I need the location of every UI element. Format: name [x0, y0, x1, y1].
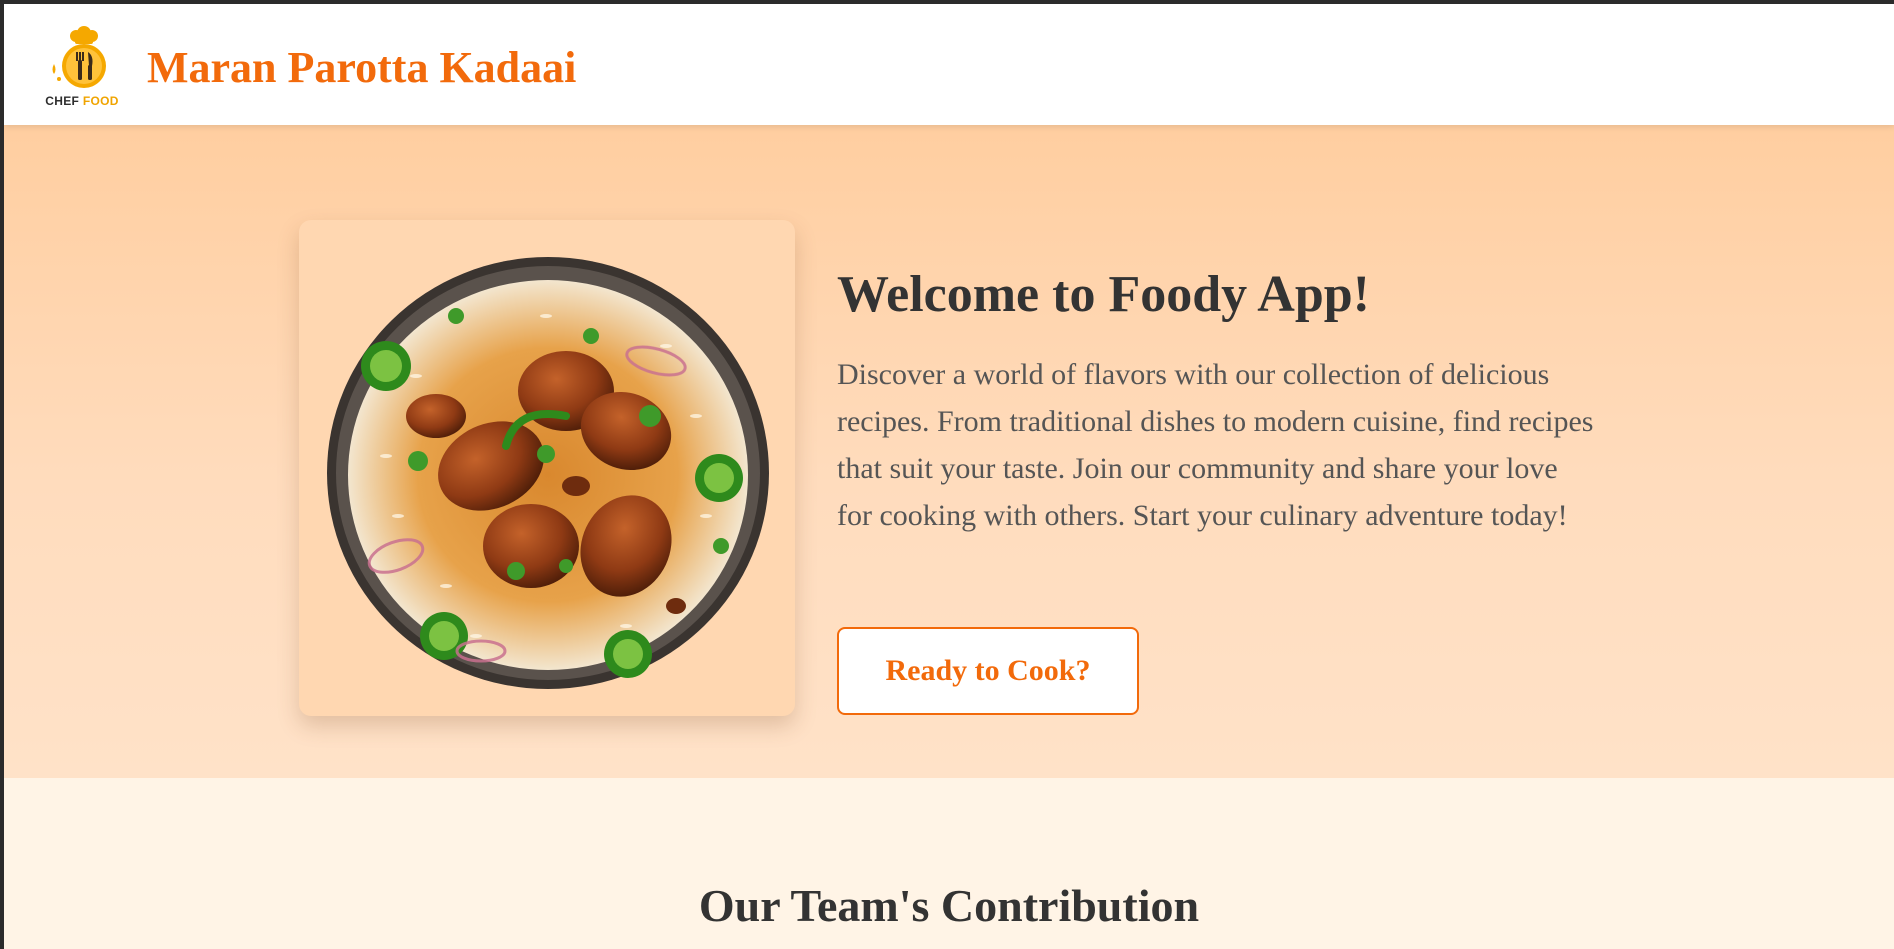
- team-section: Our Team's Contribution: [4, 778, 1894, 949]
- site-header: CHEF FOOD Maran Parotta Kadaai: [4, 4, 1894, 125]
- chicken-biryani-plate-image: [327, 257, 769, 689]
- logo-text-food: FOOD: [82, 94, 119, 108]
- browser-viewport: CHEF FOOD Maran Parotta Kadaai Welcome t…: [4, 4, 1894, 949]
- welcome-description: Discover a world of flavors with our col…: [837, 358, 1594, 532]
- ready-to-cook-button[interactable]: Ready to Cook?: [837, 627, 1139, 715]
- chef-food-logo[interactable]: CHEF FOOD: [40, 24, 124, 112]
- hero-image-card: [299, 220, 795, 716]
- site-title[interactable]: Maran Parotta Kadaai: [147, 44, 576, 92]
- welcome-heading: Welcome to Foody App!: [837, 266, 1370, 323]
- chef-hat-fork-knife-icon: [52, 26, 106, 88]
- hero-section: Welcome to Foody App! Discover a world o…: [4, 125, 1894, 778]
- logo-text-chef: CHEF: [45, 94, 80, 108]
- team-contribution-heading: Our Team's Contribution: [698, 880, 1200, 931]
- logo-wordmark: CHEF FOOD: [40, 94, 124, 108]
